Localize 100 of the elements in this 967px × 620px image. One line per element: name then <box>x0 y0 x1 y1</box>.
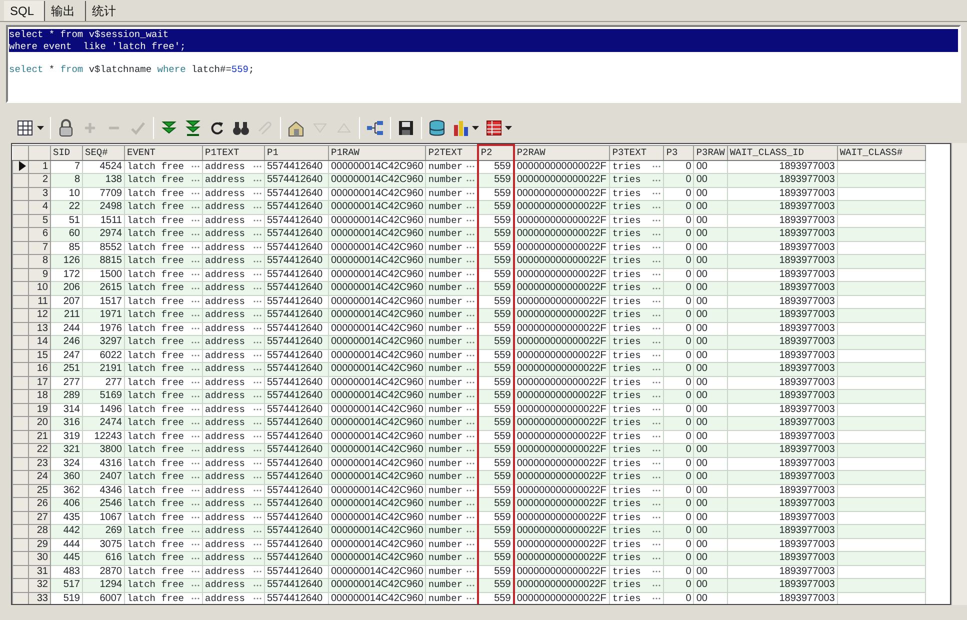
ellipsis-button[interactable] <box>253 422 262 425</box>
ellipsis-button[interactable] <box>466 408 475 412</box>
ellipsis-button[interactable] <box>191 165 200 168</box>
ellipsis-button[interactable] <box>191 489 200 492</box>
tab[interactable]: SQL <box>4 1 44 21</box>
ellipsis-button[interactable] <box>191 476 200 479</box>
ellipsis-button[interactable] <box>253 381 262 384</box>
ellipsis-button[interactable] <box>652 300 662 304</box>
ellipsis-button[interactable] <box>253 165 262 168</box>
ellipsis-button[interactable] <box>191 192 200 196</box>
ellipsis-button[interactable] <box>652 165 662 168</box>
ellipsis-button[interactable] <box>253 314 262 317</box>
ellipsis-button[interactable] <box>191 530 200 533</box>
ellipsis-button[interactable] <box>191 314 200 317</box>
ellipsis-button[interactable] <box>191 232 200 236</box>
ellipsis-button[interactable] <box>466 286 475 290</box>
ellipsis-button[interactable] <box>466 165 475 168</box>
ellipsis-button[interactable] <box>253 178 262 182</box>
ellipsis-button[interactable] <box>191 597 200 600</box>
database-icon[interactable] <box>428 119 446 137</box>
ellipsis-button[interactable] <box>466 462 475 466</box>
ellipsis-button[interactable] <box>652 543 662 546</box>
ellipsis-button[interactable] <box>253 462 262 466</box>
ellipsis-button[interactable] <box>652 219 662 222</box>
ellipsis-button[interactable] <box>253 219 262 222</box>
ellipsis-button[interactable] <box>253 273 262 276</box>
column-header[interactable]: P1 <box>264 145 328 160</box>
ellipsis-button[interactable] <box>253 394 262 398</box>
ellipsis-button[interactable] <box>652 422 662 425</box>
ellipsis-button[interactable] <box>466 530 475 533</box>
ellipsis-button[interactable] <box>253 530 262 533</box>
ellipsis-button[interactable] <box>652 340 662 344</box>
ellipsis-button[interactable] <box>191 286 200 290</box>
ellipsis-button[interactable] <box>466 354 475 358</box>
ellipsis-button[interactable] <box>652 286 662 290</box>
column-header[interactable]: P1RAW <box>328 145 426 160</box>
ellipsis-button[interactable] <box>652 489 662 492</box>
ellipsis-button[interactable] <box>652 597 662 600</box>
ellipsis-button[interactable] <box>466 192 475 196</box>
column-header[interactable]: WAIT_CLASS# <box>837 145 926 160</box>
ellipsis-button[interactable] <box>191 584 200 587</box>
ellipsis-button[interactable] <box>466 435 475 438</box>
ellipsis-button[interactable] <box>466 448 475 452</box>
ellipsis-button[interactable] <box>253 597 262 600</box>
ellipsis-button[interactable] <box>191 260 200 263</box>
caret-icon[interactable] <box>37 126 44 130</box>
ellipsis-button[interactable] <box>191 448 200 452</box>
ellipsis-button[interactable] <box>652 381 662 384</box>
ellipsis-button[interactable] <box>652 178 662 182</box>
caret-icon[interactable] <box>472 126 479 130</box>
column-header[interactable]: P3 <box>664 145 694 160</box>
column-header[interactable]: P3TEXT <box>610 145 664 160</box>
ellipsis-button[interactable] <box>652 394 662 398</box>
ellipsis-button[interactable] <box>253 502 262 506</box>
ellipsis-button[interactable] <box>466 340 475 344</box>
ellipsis-button[interactable] <box>253 206 262 209</box>
ellipsis-button[interactable] <box>466 178 475 182</box>
column-header[interactable]: P1TEXT <box>202 145 264 160</box>
ellipsis-button[interactable] <box>466 368 475 371</box>
ellipsis-button[interactable] <box>466 476 475 479</box>
ellipsis-button[interactable] <box>253 260 262 263</box>
ellipsis-button[interactable] <box>253 192 262 196</box>
ellipsis-button[interactable] <box>253 448 262 452</box>
ellipsis-button[interactable] <box>466 232 475 236</box>
ellipsis-button[interactable] <box>466 300 475 304</box>
column-header[interactable]: WAIT_CLASS_ID <box>727 145 838 160</box>
column-header[interactable]: SEQ# <box>82 145 124 160</box>
ellipsis-button[interactable] <box>191 516 200 520</box>
ellipsis-button[interactable] <box>652 502 662 506</box>
ellipsis-button[interactable] <box>253 286 262 290</box>
ellipsis-button[interactable] <box>253 570 262 574</box>
ellipsis-button[interactable] <box>191 206 200 209</box>
ellipsis-button[interactable] <box>191 394 200 398</box>
lock-icon[interactable] <box>57 119 75 137</box>
column-header[interactable]: P2 <box>478 145 514 160</box>
ellipsis-button[interactable] <box>191 422 200 425</box>
ellipsis-button[interactable] <box>253 435 262 438</box>
ellipsis-button[interactable] <box>466 219 475 222</box>
ellipsis-button[interactable] <box>253 340 262 344</box>
ellipsis-button[interactable] <box>191 368 200 371</box>
ellipsis-button[interactable] <box>191 543 200 546</box>
ellipsis-button[interactable] <box>466 327 475 330</box>
ellipsis-button[interactable] <box>191 381 200 384</box>
ellipsis-button[interactable] <box>253 300 262 304</box>
house-icon[interactable] <box>287 119 305 137</box>
ellipsis-button[interactable] <box>652 516 662 520</box>
ellipsis-button[interactable] <box>466 502 475 506</box>
ellipsis-button[interactable] <box>191 178 200 182</box>
ellipsis-button[interactable] <box>191 570 200 574</box>
ellipsis-button[interactable] <box>253 489 262 492</box>
ellipsis-button[interactable] <box>652 273 662 276</box>
ellipsis-button[interactable] <box>466 273 475 276</box>
ellipsis-button[interactable] <box>466 314 475 317</box>
ellipsis-button[interactable] <box>253 584 262 587</box>
ellipsis-button[interactable] <box>652 354 662 358</box>
ellipsis-button[interactable] <box>652 260 662 263</box>
ellipsis-button[interactable] <box>253 327 262 330</box>
ellipsis-button[interactable] <box>466 246 475 250</box>
ellipsis-button[interactable] <box>253 368 262 371</box>
column-header[interactable]: P2RAW <box>514 145 610 160</box>
